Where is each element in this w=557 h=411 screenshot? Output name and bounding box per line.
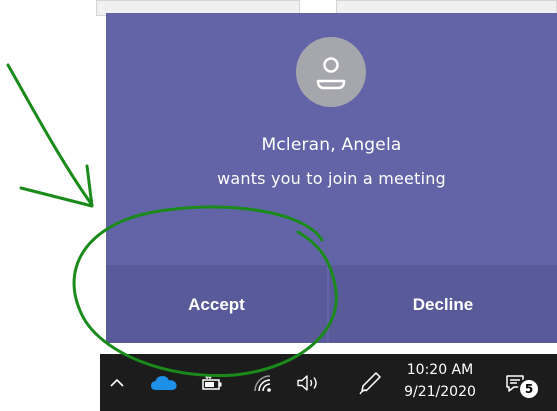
person-icon <box>316 57 346 90</box>
battery-icon[interactable] <box>197 354 227 411</box>
clock-time: 10:20 AM <box>406 362 474 378</box>
pen-icon[interactable] <box>354 354 386 411</box>
volume-icon[interactable] <box>293 354 325 411</box>
invite-message: wants you to join a meeting <box>217 169 446 188</box>
clock-date: 9/21/2020 <box>404 384 476 400</box>
decline-button[interactable]: Decline <box>329 266 557 343</box>
taskbar-tray: 10:20 AM 9/21/2020 5 <box>100 354 557 411</box>
system-clock[interactable]: 10:20 AM 9/21/2020 <box>395 359 485 403</box>
wifi-icon[interactable] <box>248 354 278 411</box>
notification-count-badge: 5 <box>518 378 540 400</box>
caller-name: Mcleran, Angela <box>261 135 402 155</box>
caller-avatar <box>296 37 366 107</box>
chevron-up-icon <box>110 378 124 387</box>
accept-button[interactable]: Accept <box>106 266 327 343</box>
meeting-invite-toast: Mcleran, Angela wants you to join a meet… <box>106 13 557 343</box>
annotation-arrow-shaft <box>6 63 94 207</box>
show-hidden-icons-chevron[interactable] <box>104 354 130 411</box>
annotation-arrowhead-icon <box>19 164 94 208</box>
onedrive-cloud-icon[interactable] <box>146 354 182 411</box>
